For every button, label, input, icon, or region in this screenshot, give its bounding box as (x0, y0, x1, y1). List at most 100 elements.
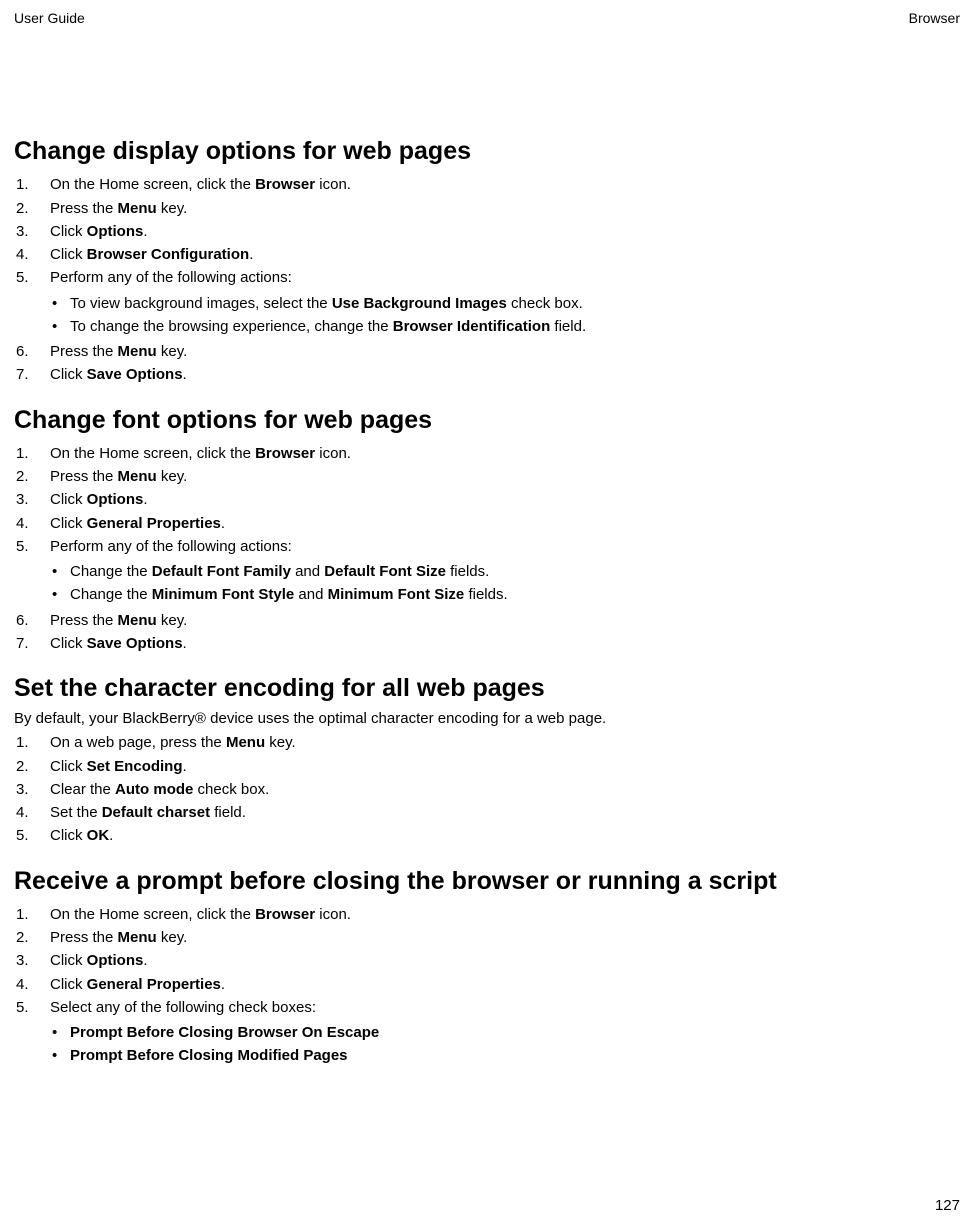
text: . (221, 976, 225, 993)
bold-text: Minimum Font Style (152, 586, 295, 603)
step-item: Press the Menu key. (14, 465, 960, 488)
bold-text: Options (87, 491, 144, 508)
text: To change the browsing experience, chang… (70, 318, 393, 335)
text: icon. (315, 176, 351, 193)
text: Press the (50, 612, 118, 629)
header-right: Browser (909, 10, 960, 26)
section: Change display options for web pagesOn t… (14, 136, 960, 387)
sub-item: Prompt Before Closing Browser On Escape (50, 1021, 960, 1044)
text: . (143, 223, 147, 240)
step-item: Press the Menu key. (14, 340, 960, 363)
text: . (143, 491, 147, 508)
bold-text: Browser (255, 445, 315, 462)
text: check box. (193, 781, 269, 798)
section-intro: By default, your BlackBerry® device uses… (14, 710, 960, 727)
text: Clear the (50, 781, 115, 798)
bold-text: Default charset (102, 804, 210, 821)
bold-text: Menu (226, 734, 265, 751)
section: Change font options for web pages On the … (14, 405, 960, 656)
bold-text: General Properties (87, 515, 221, 532)
text: Press the (50, 343, 118, 360)
bold-text: Set Encoding (87, 758, 183, 775)
text: field. (210, 804, 246, 821)
text: icon. (315, 906, 351, 923)
section-title: Receive a prompt before closing the brow… (14, 866, 960, 897)
step-item: Click General Properties. (14, 512, 960, 535)
bold-text: OK (87, 827, 110, 844)
text: key. (157, 468, 188, 485)
text: Perform any of the following actions: (50, 269, 292, 286)
section-title: Change font options for web pages (14, 405, 960, 436)
text: fields. (446, 563, 489, 580)
text: Perform any of the following actions: (50, 538, 292, 555)
step-item: Select any of the following check boxes:… (14, 996, 960, 1068)
text: and (291, 563, 324, 580)
bold-text: Browser Configuration (87, 246, 250, 263)
bold-text: Menu (118, 929, 157, 946)
sub-item: To view background images, select the Us… (50, 292, 960, 315)
bold-text: Save Options (87, 366, 183, 383)
text: Press the (50, 200, 118, 217)
text: and (294, 586, 327, 603)
text: Set the (50, 804, 102, 821)
bold-text: Save Options (87, 635, 183, 652)
bold-text: Browser Identification (393, 318, 551, 335)
text: . (183, 758, 187, 775)
step-list: On the Home screen, click the Browser ic… (14, 173, 960, 386)
text: Select any of the following check boxes: (50, 999, 316, 1016)
sub-list: Change the Default Font Family and Defau… (50, 560, 960, 607)
step-item: On the Home screen, click the Browser ic… (14, 903, 960, 926)
text: key. (157, 343, 188, 360)
text: Click (50, 515, 87, 532)
step-item: Click Options. (14, 949, 960, 972)
text: On the Home screen, click the (50, 906, 255, 923)
text: Click (50, 827, 87, 844)
text: key. (157, 200, 188, 217)
step-item: Perform any of the following actions: To … (14, 266, 960, 338)
text: . (249, 246, 253, 263)
text: field. (550, 318, 586, 335)
step-list: On a web page, press the Menu key.Click … (14, 731, 960, 847)
bold-text: Prompt Before Closing Browser On Escape (70, 1024, 379, 1041)
bold-text: Options (87, 223, 144, 240)
bold-text: Browser (255, 176, 315, 193)
text: Click (50, 366, 87, 383)
header-left: User Guide (14, 10, 85, 26)
bold-text: Default Font Family (152, 563, 291, 580)
text: On the Home screen, click the (50, 445, 255, 462)
step-list: On the Home screen, click the Browser ic… (14, 442, 960, 655)
text: Click (50, 246, 87, 263)
bold-text: Auto mode (115, 781, 193, 798)
section-title: Set the character encoding for all web p… (14, 673, 960, 704)
sub-item: Change the Default Font Family and Defau… (50, 560, 960, 583)
text: Click (50, 635, 87, 652)
text: Click (50, 223, 87, 240)
text: key. (157, 929, 188, 946)
text: . (143, 952, 147, 969)
step-item: Press the Menu key. (14, 197, 960, 220)
text: To view background images, select the (70, 295, 332, 312)
step-item: Press the Menu key. (14, 926, 960, 949)
sub-item: Change the Minimum Font Style and Minimu… (50, 583, 960, 606)
text: Click (50, 758, 87, 775)
step-list: On the Home screen, click the Browser ic… (14, 903, 960, 1068)
text: . (183, 635, 187, 652)
sub-item: To change the browsing experience, chang… (50, 315, 960, 338)
bold-text: General Properties (87, 976, 221, 993)
text: Change the (70, 563, 152, 580)
step-item: Click Save Options. (14, 632, 960, 655)
text: icon. (315, 445, 351, 462)
bold-text: Prompt Before Closing Modified Pages (70, 1047, 348, 1064)
sub-list: Prompt Before Closing Browser On Escape P… (50, 1021, 960, 1068)
page-content: Change display options for web pagesOn t… (14, 136, 960, 1068)
step-item: On the Home screen, click the Browser ic… (14, 442, 960, 465)
section: Receive a prompt before closing the brow… (14, 866, 960, 1068)
bold-text: Browser (255, 906, 315, 923)
text: On a web page, press the (50, 734, 226, 751)
bold-text: Use Background Images (332, 295, 507, 312)
step-item: Click Options. (14, 220, 960, 243)
text: . (221, 515, 225, 532)
bold-text: Menu (118, 343, 157, 360)
sub-item: Prompt Before Closing Modified Pages (50, 1044, 960, 1067)
step-item: Click Save Options. (14, 363, 960, 386)
